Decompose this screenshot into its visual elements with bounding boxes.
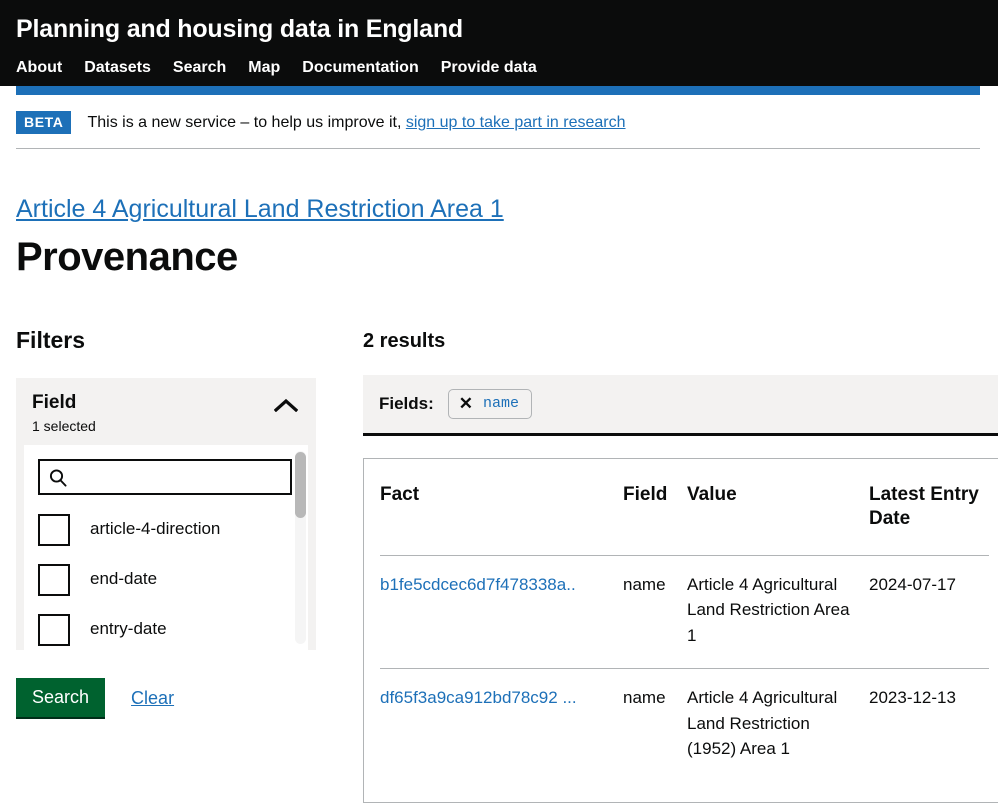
field-filter-selected-count: 1 selected: [32, 417, 96, 434]
clear-link[interactable]: Clear: [131, 688, 174, 709]
field-filter-title: Field: [32, 391, 77, 413]
field-option-label: end-date: [90, 569, 158, 589]
nav-item-search[interactable]: Search: [173, 58, 226, 77]
applied-fields-label: Fields:: [379, 394, 434, 414]
table-header-row: Fact Field Value Latest Entry Date: [380, 459, 989, 556]
applied-field-chip-label: name: [483, 395, 520, 413]
column-header-latest-entry-date: Latest Entry Date: [869, 459, 989, 556]
column-header-fact: Fact: [380, 459, 623, 556]
checkbox[interactable]: [38, 513, 70, 546]
table-row: df65f3a9ca912bd78c92 ... name Article 4 …: [380, 669, 989, 782]
phase-banner: BETA This is a new service – to help us …: [16, 95, 980, 149]
nav-item-map[interactable]: Map: [248, 58, 280, 77]
cell-latest-entry-date: 2023-12-13: [869, 688, 956, 708]
field-option-entry-date[interactable]: entry-date: [38, 605, 294, 650]
beta-tag: BETA: [16, 111, 72, 134]
filters-column: Filters Field 1 selected article-4-direc…: [16, 327, 347, 803]
accent-bar: [16, 86, 980, 95]
search-icon: [48, 468, 68, 493]
table-row: b1fe5cdcec6d7f478338a.. name Article 4 A…: [380, 555, 989, 670]
close-icon[interactable]: ✕: [459, 395, 473, 412]
entity-breadcrumb-link[interactable]: Article 4 Agricultural Land Restriction …: [16, 194, 504, 225]
field-option-label: entry-date: [90, 619, 167, 639]
cell-value: Article 4 Agricultural Land Restriction …: [687, 688, 838, 759]
site-title: Planning and housing data in England: [16, 15, 463, 43]
field-filter-search[interactable]: [38, 458, 292, 495]
research-signup-link[interactable]: sign up to take part in research: [406, 114, 626, 131]
results-count: 2 results: [363, 330, 446, 353]
cell-field: name: [623, 555, 687, 670]
field-filter-panel: article-4-direction end-date entry-date: [24, 444, 308, 650]
fact-link[interactable]: df65f3a9ca912bd78c92 ...: [380, 688, 577, 707]
fact-link[interactable]: b1fe5cdcec6d7f478338a..: [380, 575, 576, 594]
cell-field: name: [623, 688, 666, 708]
page-title: Provenance: [16, 235, 238, 280]
field-filter-header[interactable]: Field 1 selected: [16, 378, 316, 445]
field-filter-search-input[interactable]: [70, 460, 290, 493]
cell-latest-entry-date: 2024-07-17: [869, 555, 989, 670]
column-header-field: Field: [623, 459, 687, 556]
results-table-body: b1fe5cdcec6d7f478338a.. name Article 4 A…: [380, 555, 989, 782]
checkbox[interactable]: [38, 563, 70, 596]
primary-navigation: About Datasets Search Map Documentation …: [16, 58, 982, 77]
phase-banner-text: This is a new service – to help us impro…: [87, 114, 625, 132]
nav-item-documentation[interactable]: Documentation: [302, 58, 418, 77]
filter-actions: Search Clear: [16, 677, 347, 720]
search-button[interactable]: Search: [16, 677, 106, 720]
results-table-container: Fact Field Value Latest Entry Date b1fe5…: [363, 458, 998, 804]
results-table-head: Fact Field Value Latest Entry Date: [380, 459, 989, 556]
checkbox[interactable]: [38, 613, 70, 646]
nav-item-about[interactable]: About: [16, 58, 62, 77]
phase-banner-message: This is a new service – to help us impro…: [87, 113, 402, 131]
cell-value: Article 4 Agricultural Land Restriction …: [687, 555, 869, 670]
results-table: Fact Field Value Latest Entry Date b1fe5…: [380, 459, 989, 782]
page-heading-block: Article 4 Agricultural Land Restriction …: [0, 194, 998, 279]
field-filter-scrollbar-thumb[interactable]: [295, 451, 306, 518]
field-filter-options: article-4-direction end-date entry-date: [38, 505, 294, 650]
field-filter-accordion: Field 1 selected article-4-direction end…: [16, 377, 316, 650]
field-option-end-date[interactable]: end-date: [38, 555, 294, 605]
cell-fact: b1fe5cdcec6d7f478338a..: [380, 555, 623, 670]
applied-field-chip-name[interactable]: ✕ name: [447, 389, 533, 420]
applied-fields-bar: Fields: ✕ name: [363, 375, 998, 437]
site-header: Planning and housing data in England Abo…: [0, 0, 998, 86]
nav-item-datasets[interactable]: Datasets: [84, 58, 151, 77]
chevron-up-icon[interactable]: [273, 398, 299, 417]
field-filter-panel-inner: article-4-direction end-date entry-date: [24, 445, 308, 650]
cell-fact: df65f3a9ca912bd78c92 ...: [380, 669, 623, 782]
filters-heading: Filters: [16, 327, 86, 354]
nav-item-provide-data[interactable]: Provide data: [441, 58, 537, 77]
column-header-value: Value: [687, 459, 869, 556]
field-filter-header-text: Field 1 selected: [32, 392, 96, 434]
content-area: Filters Field 1 selected article-4-direc…: [0, 327, 998, 804]
field-option-label: article-4-direction: [90, 519, 221, 539]
results-column: 2 results Fields: ✕ name Fact Field Valu…: [347, 327, 998, 804]
field-option-article-4-direction[interactable]: article-4-direction: [38, 505, 294, 555]
